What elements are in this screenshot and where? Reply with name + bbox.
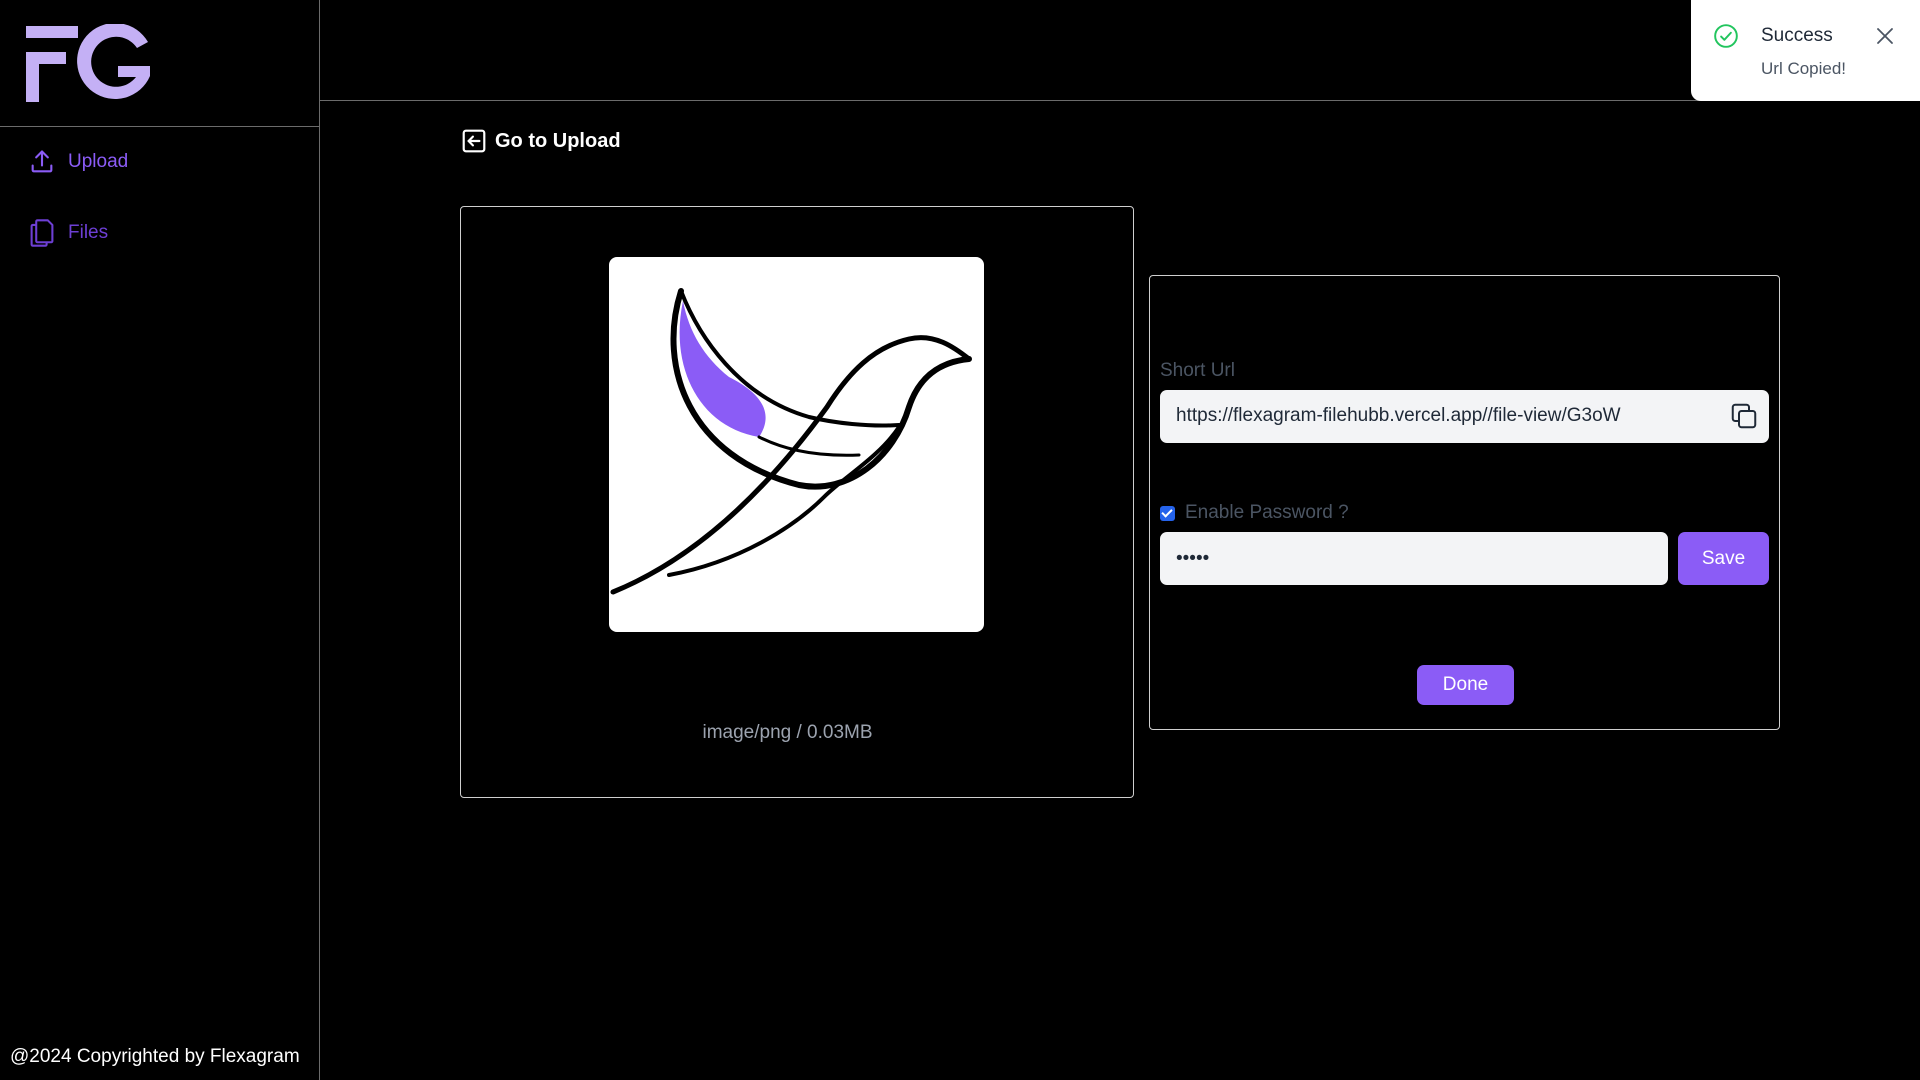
files-icon <box>30 219 54 247</box>
password-input[interactable] <box>1160 532 1668 585</box>
sidebar-item-label: Files <box>68 222 109 243</box>
logo-area <box>0 0 319 127</box>
sidebar-item-label: Upload <box>68 151 129 172</box>
enable-password-checkbox[interactable] <box>1160 505 1175 521</box>
top-bar <box>320 0 1920 101</box>
share-settings-card: Short Url https://flexagram-filehubb.ver… <box>1149 275 1780 730</box>
short-url-value: https://flexagram-filehubb.vercel.app//f… <box>1176 405 1621 426</box>
copy-icon[interactable] <box>1729 401 1759 431</box>
sidebar: Upload Files @2024 Copyrighted by Flexag… <box>0 0 320 1080</box>
upload-icon <box>31 150 53 173</box>
done-button[interactable]: Done <box>1417 665 1514 705</box>
enable-password-row: Enable Password ? <box>1160 502 1349 524</box>
short-url-label: Short Url <box>1160 360 1235 381</box>
bird-logo-image <box>610 288 972 595</box>
go-to-upload-link[interactable]: Go to Upload <box>461 128 621 154</box>
enable-password-label: Enable Password ? <box>1185 502 1349 523</box>
flexagram-logo[interactable] <box>24 24 154 104</box>
file-type-size: image/png / 0.03MB <box>702 722 873 743</box>
toast-message: Url Copied! <box>1761 59 1847 78</box>
toast-title: Success <box>1761 25 1833 46</box>
file-preview-image <box>609 257 984 632</box>
short-url-field[interactable]: https://flexagram-filehubb.vercel.app//f… <box>1160 390 1769 443</box>
save-button[interactable]: Save <box>1678 532 1769 585</box>
file-preview-card: image/png / 0.03MB <box>460 206 1134 798</box>
sidebar-item-files[interactable]: Files <box>28 218 108 248</box>
back-arrow-icon <box>462 129 486 153</box>
close-icon[interactable] <box>1873 24 1897 48</box>
copyright-footer: @2024 Copyrighted by Flexagram <box>10 1046 300 1067</box>
check-circle-icon <box>1714 24 1738 48</box>
go-to-upload-label: Go to Upload <box>495 129 621 152</box>
success-toast: Success Url Copied! <box>1691 0 1920 101</box>
sidebar-item-upload[interactable]: Upload <box>28 148 128 176</box>
